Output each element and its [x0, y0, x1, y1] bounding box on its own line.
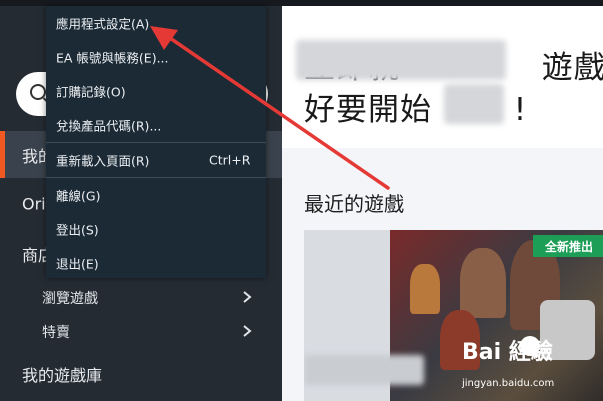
- watermark-url: jingyan.baidu.com: [462, 378, 555, 389]
- watermark: Bai 經驗 jingyan.baidu.com: [462, 330, 602, 398]
- watermark-brand: Bai 經驗: [462, 340, 553, 365]
